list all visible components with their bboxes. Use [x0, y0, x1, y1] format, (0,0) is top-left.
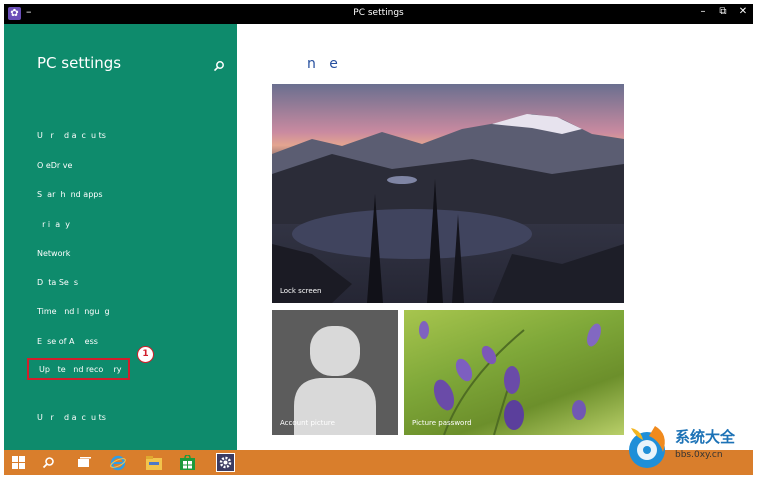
title-bar: ✿ – PC settings – ⧉ ✕	[4, 4, 753, 24]
sidebar-item-time-and-language[interactable]: Time nd l ngu g	[37, 304, 110, 320]
account-picture-tile[interactable]: Account picture	[272, 310, 398, 435]
sidebar-item-privacy[interactable]: r i a y	[37, 217, 70, 233]
sidebar-item-users-and-accounts-repeat[interactable]: U r d a c u ts	[37, 410, 106, 426]
page-heading: n e	[307, 56, 338, 72]
restore-button[interactable]: ⧉	[717, 6, 729, 17]
sidebar-item-users-and-accounts[interactable]: U r d a c u ts	[37, 128, 106, 144]
sidebar-item-search-and-apps[interactable]: S ar h nd apps	[37, 187, 103, 203]
account-picture-label: Account picture	[280, 419, 335, 427]
user-silhouette-icon	[294, 326, 376, 435]
settings-icon[interactable]	[216, 453, 235, 472]
window-controls: – ⧉ ✕	[697, 6, 749, 17]
sidebar-item-update-and-recovery[interactable]: Up te nd reco ry	[27, 358, 130, 380]
file-explorer-icon[interactable]	[144, 453, 163, 472]
window-title: PC settings	[353, 8, 404, 18]
store-icon[interactable]	[178, 453, 197, 472]
search-icon[interactable]	[213, 57, 225, 72]
sidebar-item-onedrive[interactable]: O eDr ve	[37, 158, 72, 174]
search-icon[interactable]	[39, 453, 58, 472]
start-icon[interactable]	[9, 453, 28, 472]
sidebar-title: PC settings	[37, 54, 122, 72]
main-content: n e Lock screen Account picture Picture …	[237, 24, 753, 450]
close-button[interactable]: ✕	[737, 6, 749, 17]
settings-sidebar: PC settings U r d a c u ts O eDr ve S ar…	[4, 24, 237, 450]
annotation-badge: 1	[137, 346, 154, 363]
watermark-name: 系统大全	[675, 428, 736, 446]
watermark-url: bbs.0xy.cn	[675, 450, 723, 460]
sidebar-item-data-sense[interactable]: D ta Se s	[37, 275, 78, 291]
task-view-icon[interactable]	[74, 453, 93, 472]
internet-explorer-icon[interactable]	[108, 453, 127, 472]
site-watermark: 系统大全 bbs.0xy.cn	[625, 420, 759, 477]
sidebar-item-ease-of-access[interactable]: E se of A ess	[37, 334, 98, 350]
minimize-button[interactable]: –	[697, 6, 709, 17]
watermark-logo-icon	[629, 426, 665, 468]
lavender-image	[419, 321, 601, 435]
sidebar-item-network[interactable]: Network	[37, 246, 70, 262]
pc-settings-screen: ✿ – PC settings – ⧉ ✕ PC settings U r d …	[0, 0, 759, 477]
lock-screen-tile[interactable]: Lock screen	[272, 84, 624, 303]
picture-password-tile[interactable]: Picture password	[404, 310, 624, 435]
lock-screen-image	[272, 114, 624, 303]
picture-password-label: Picture password	[412, 419, 472, 427]
lock-screen-label: Lock screen	[280, 287, 322, 295]
